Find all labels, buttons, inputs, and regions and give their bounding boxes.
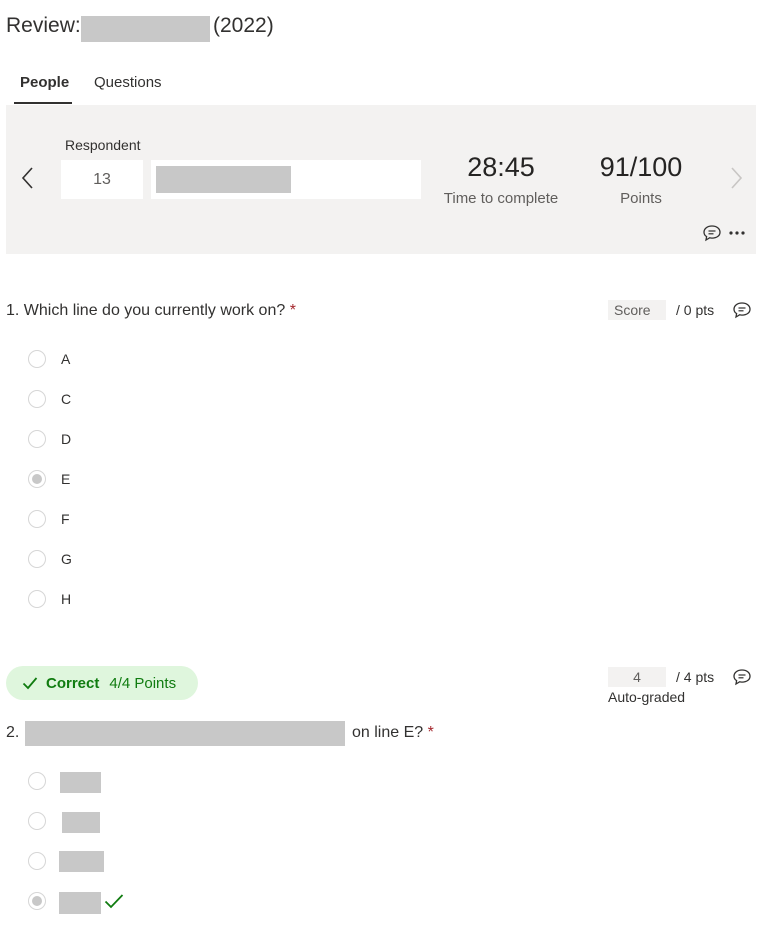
question-2-title-tail: on line E? * (352, 724, 434, 742)
points-value: 91/100 (599, 152, 683, 182)
comment-icon (733, 669, 751, 686)
q2-option-radio[interactable] (28, 812, 46, 830)
points-label: Points (620, 190, 662, 207)
checkmark-icon (22, 677, 38, 690)
redacted-option-label (62, 812, 100, 833)
q1-option-radio[interactable] (28, 390, 46, 408)
question-1-comment-button[interactable] (732, 301, 752, 319)
previous-respondent-button[interactable] (16, 164, 40, 192)
q1-option-label: E (61, 471, 71, 487)
respondent-name-field[interactable] (151, 160, 421, 199)
q1-option-radio[interactable] (28, 510, 46, 528)
correct-label: Correct (46, 674, 100, 692)
question-2-text-tail: on line E? (352, 724, 424, 741)
page-title-suffix: (2022) (213, 14, 274, 37)
redacted-option-label (60, 772, 101, 793)
q1-option-radio-selected[interactable] (28, 470, 46, 488)
q1-option-label: G (61, 551, 72, 567)
redacted-option-label (59, 892, 101, 914)
time-to-complete-label: Time to complete (443, 190, 559, 207)
question-2-max-points: / 4 pts (676, 669, 715, 685)
correct-badge: Correct 4/4 Points (6, 666, 198, 700)
q1-option-radio[interactable] (28, 350, 46, 368)
required-marker: * (427, 724, 434, 741)
comment-icon (733, 302, 751, 319)
q1-option-label: F (61, 511, 70, 527)
question-1-score-input[interactable]: Score (608, 300, 666, 320)
redacted-form-name (81, 16, 210, 42)
tab-people[interactable]: People (20, 74, 69, 91)
correct-points: 4/4 Points (109, 674, 177, 692)
q1-option-radio[interactable] (28, 550, 46, 568)
question-1-text: 1. Which line do you currently work on? (6, 302, 286, 319)
question-1-max-points: / 0 pts (676, 302, 715, 318)
required-marker: * (289, 302, 296, 319)
q2-option-radio[interactable] (28, 772, 46, 790)
next-respondent-button[interactable] (724, 164, 748, 192)
chevron-left-icon (21, 167, 33, 189)
redacted-respondent-name (156, 166, 291, 193)
q2-option-radio[interactable] (28, 852, 46, 870)
q1-option-label: D (61, 431, 72, 447)
question-2-score-input[interactable]: 4 (608, 667, 666, 687)
active-tab-indicator (14, 102, 72, 104)
respondent-label: Respondent (65, 137, 141, 153)
more-icon (729, 231, 745, 235)
more-options-button[interactable] (727, 226, 747, 240)
q1-option-label: H (61, 591, 72, 607)
q1-option-radio[interactable] (28, 590, 46, 608)
respondent-comment-button[interactable] (702, 224, 722, 242)
respondent-number-field[interactable]: 13 (61, 160, 143, 199)
q1-option-label: C (61, 391, 72, 407)
q2-option-radio-selected[interactable] (28, 892, 46, 910)
auto-graded-label: Auto-graded (608, 689, 686, 705)
question-2-comment-button[interactable] (732, 668, 752, 686)
correct-answer-check-icon (104, 894, 124, 909)
redacted-question-text (25, 721, 345, 746)
redacted-option-label (59, 851, 104, 872)
time-to-complete-value: 28:45 (467, 152, 535, 182)
comment-icon (703, 225, 721, 242)
q1-option-radio[interactable] (28, 430, 46, 448)
question-2-number: 2. (6, 724, 20, 741)
tab-questions[interactable]: Questions (94, 74, 162, 91)
page-title-prefix: Review: (6, 14, 81, 37)
q1-option-label: A (61, 351, 71, 367)
question-1-title: 1. Which line do you currently work on? … (6, 302, 296, 320)
chevron-right-icon (731, 167, 743, 189)
